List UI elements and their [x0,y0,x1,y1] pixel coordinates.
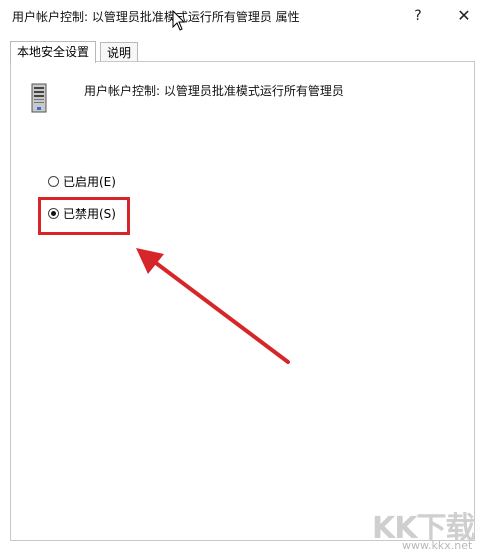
policy-name: 用户帐户控制: 以管理员批准模式运行所有管理员 [84,84,344,98]
tab-local-security-setting[interactable]: 本地安全设置 [10,41,97,63]
radio-enabled[interactable]: 已启用(E) [48,172,116,190]
annotation-arrow-icon [136,248,290,364]
title-bar: 用户帐户控制: 以管理员批准模式运行所有管理员 属性 ? ✕ [0,0,489,32]
watermark: KK下载 www.kkx.net [372,503,484,553]
window-title: 用户帐户控制: 以管理员批准模式运行所有管理员 属性 [12,10,300,24]
radio-enabled-label: 已启用(E) [63,174,116,189]
radio-enabled-circle[interactable] [48,175,59,187]
server-policy-icon [31,83,47,113]
close-button[interactable]: ✕ [450,4,478,28]
mouse-cursor-icon [172,10,186,31]
help-button[interactable]: ? [404,4,432,28]
watermark-url: www.kkx.net [402,539,473,552]
annotation-highlight-box [38,197,130,235]
tab-explain[interactable]: 说明 [100,42,139,62]
